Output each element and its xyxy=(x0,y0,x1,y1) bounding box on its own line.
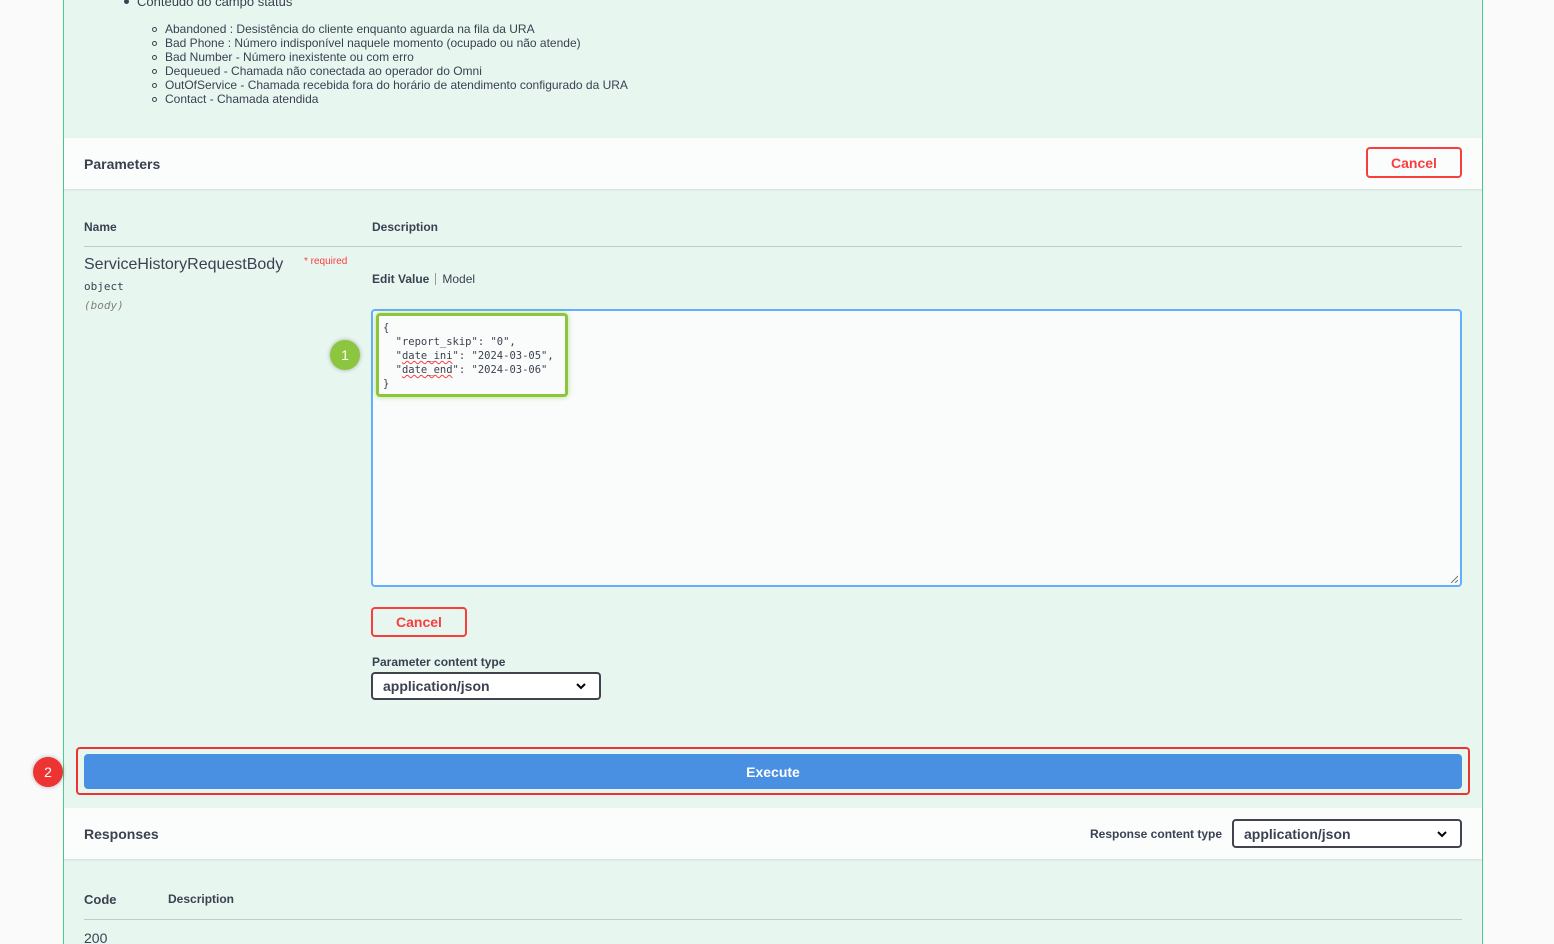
step-marker-1: 1 xyxy=(330,340,360,370)
tab-model[interactable]: Model xyxy=(436,272,475,286)
parameters-title: Parameters xyxy=(84,155,161,172)
responses-header: Responses Response content type applicat… xyxy=(64,808,1482,859)
value-model-tabs: Edit Value Model xyxy=(372,272,475,286)
execute-button[interactable]: Execute xyxy=(84,754,1462,789)
parameter-location: (body) xyxy=(84,299,124,312)
cancel-button[interactable]: Cancel xyxy=(1366,147,1462,178)
circle-bullet-icon xyxy=(152,96,157,102)
status-item: Dequeued - Chamada não conectada ao oper… xyxy=(152,64,628,78)
chevron-down-icon xyxy=(576,683,586,690)
response-description-column-header: Description xyxy=(168,892,235,906)
status-heading: Conteúdo do campo status xyxy=(124,0,292,9)
response-content-type-label: Response content type xyxy=(1090,827,1223,841)
circle-bullet-icon xyxy=(152,54,157,60)
status-item: Bad Number - Número inexistente ou com e… xyxy=(152,50,628,64)
header-divider xyxy=(84,246,1462,247)
parameter-content-type-select[interactable]: application/json xyxy=(371,672,601,700)
response-content-type-select[interactable]: application/json xyxy=(1232,819,1462,848)
circle-bullet-icon xyxy=(152,40,157,46)
status-description: Conteúdo do campo status Abandoned : Des… xyxy=(64,0,1482,138)
request-body-textarea[interactable]: { "report_skip": "0", "date_ini": "2024-… xyxy=(371,309,1462,587)
responses-divider xyxy=(84,919,1462,920)
status-item: OutOfService - Chamada recebida fora do … xyxy=(152,78,628,92)
circle-bullet-icon xyxy=(152,68,157,74)
response-content-type-value: application/json xyxy=(1244,825,1351,842)
parameter-name: ServiceHistoryRequestBody xyxy=(84,256,284,273)
parameter-type: object xyxy=(84,280,124,293)
required-label: * required xyxy=(304,256,348,267)
status-item: Bad Phone : Número indisponível naquele … xyxy=(152,36,628,50)
responses-title: Responses xyxy=(84,825,159,842)
bullet-icon xyxy=(124,0,129,4)
response-code: 200 xyxy=(84,930,108,944)
parameter-content-type-label: Parameter content type xyxy=(372,655,506,669)
request-body-code[interactable]: { "report_skip": "0", "date_ini": "2024-… xyxy=(383,321,554,391)
tab-edit-value[interactable]: Edit Value xyxy=(372,272,435,286)
status-item: Abandoned : Desistência do cliente enqua… xyxy=(152,22,628,36)
resize-handle-icon[interactable] xyxy=(1450,575,1458,583)
circle-bullet-icon xyxy=(152,82,157,88)
cancel-edit-button[interactable]: Cancel xyxy=(371,607,467,637)
code-column-header: Code xyxy=(84,892,117,907)
status-heading-text: Conteúdo do campo status xyxy=(137,0,293,9)
parameters-header: Parameters Cancel xyxy=(64,138,1482,189)
description-column-header: Description xyxy=(372,220,439,234)
chevron-down-icon xyxy=(1437,830,1447,837)
status-item: Contact - Chamada atendida xyxy=(152,92,628,106)
step-marker-2: 2 xyxy=(33,757,63,787)
circle-bullet-icon xyxy=(152,26,157,32)
operation-panel: Conteúdo do campo status Abandoned : Des… xyxy=(33,0,1483,944)
parameter-content-type-value: application/json xyxy=(383,678,490,694)
name-column-header: Name xyxy=(84,220,117,234)
status-list: Abandoned : Desistência do cliente enqua… xyxy=(152,22,628,106)
